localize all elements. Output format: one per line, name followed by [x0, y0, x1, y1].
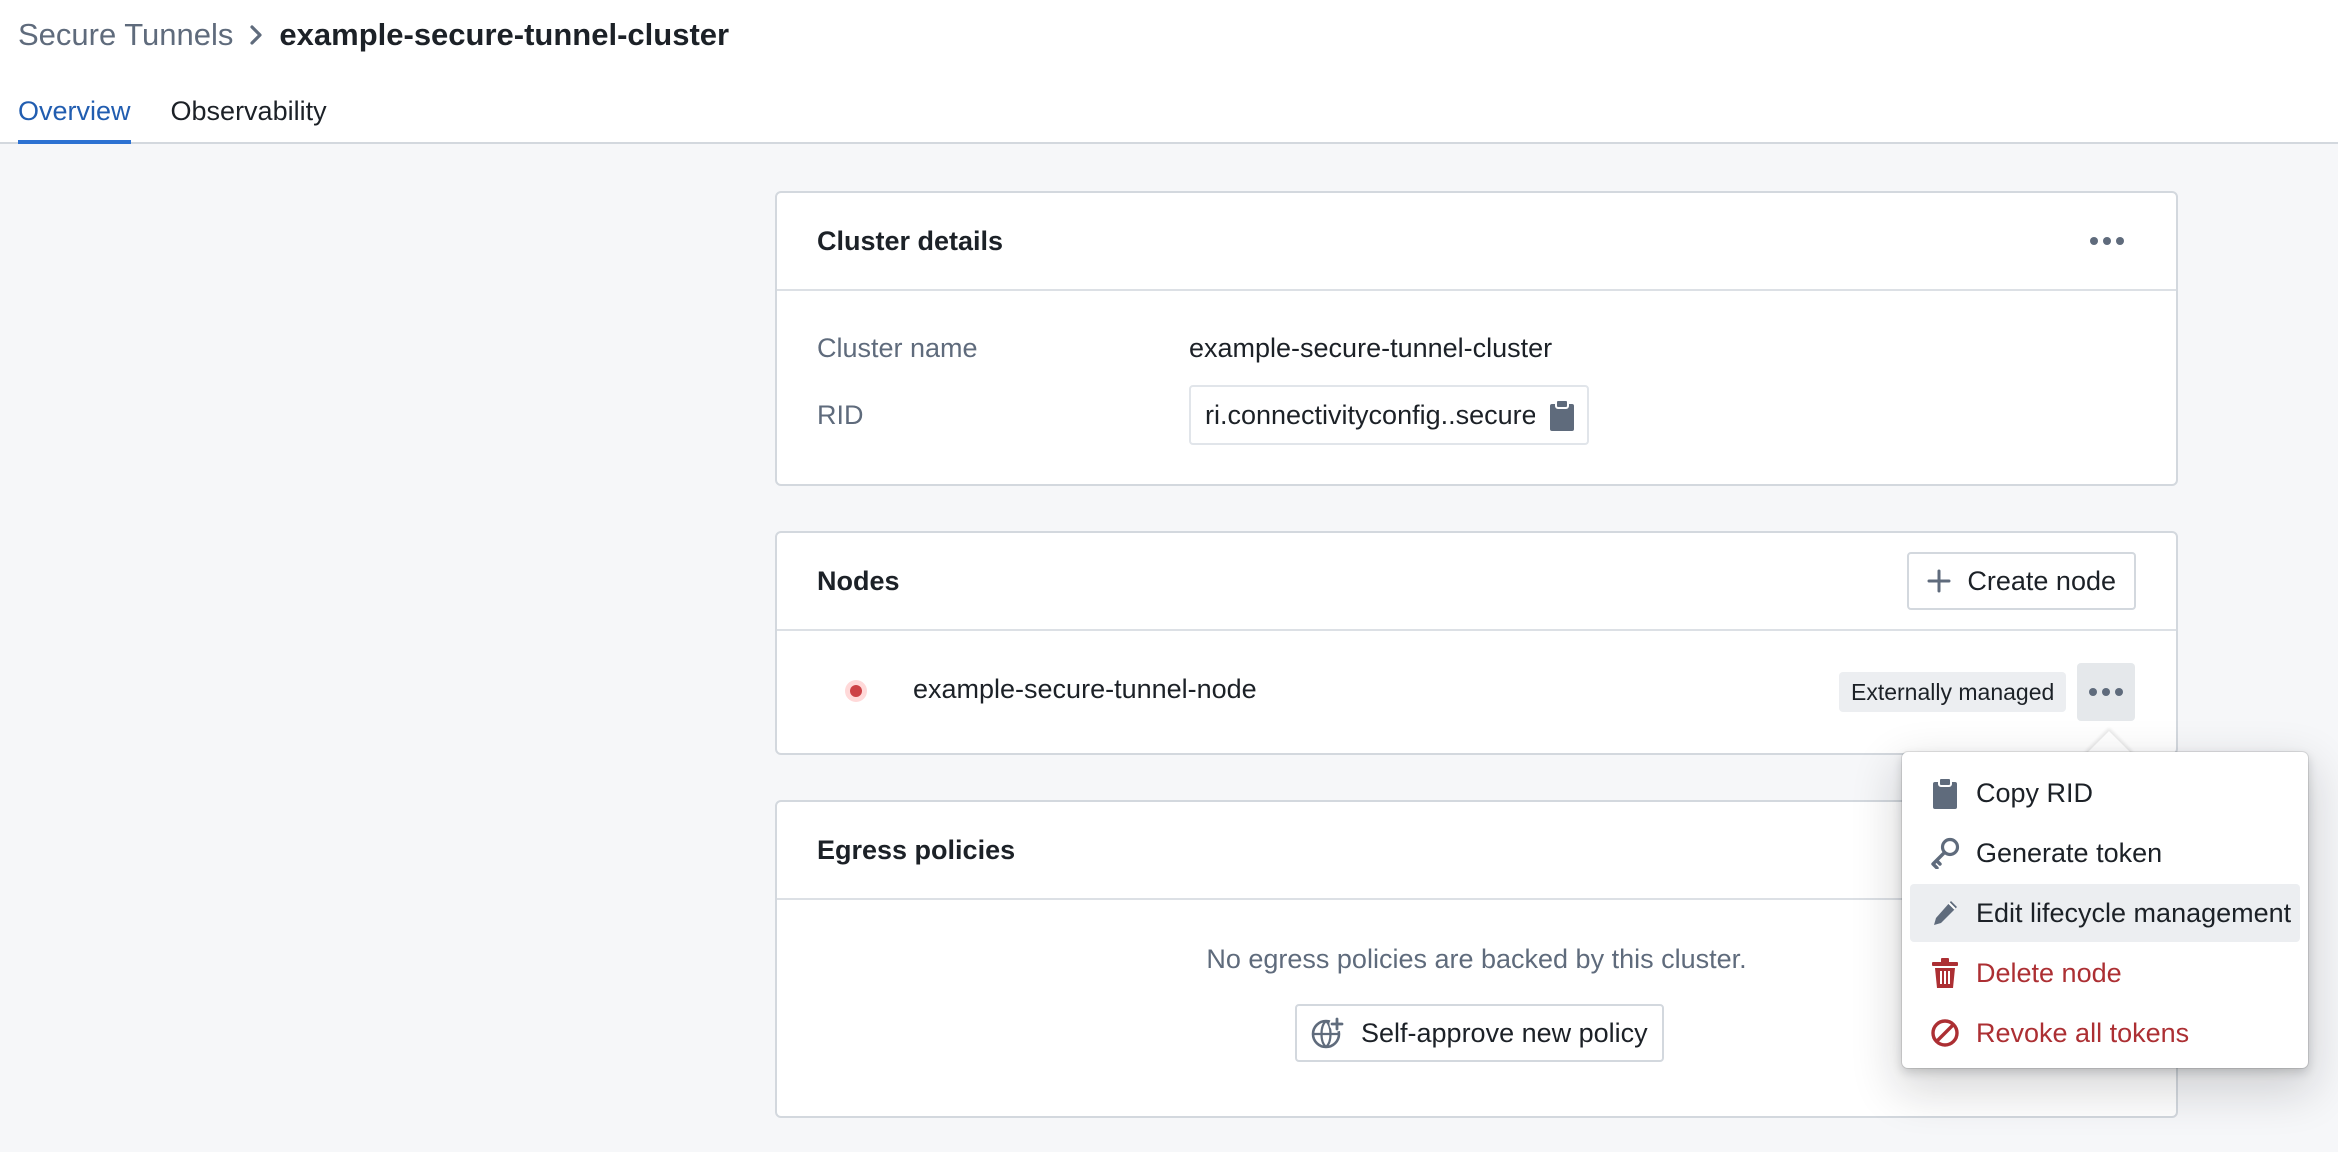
menu-item-edit-lifecycle[interactable]: Edit lifecycle management: [1910, 884, 2300, 942]
create-node-label: Create node: [1967, 565, 2116, 596]
list-item[interactable]: example-secure-tunnel-node Externally ma…: [777, 631, 2176, 753]
breadcrumb: Secure Tunnels example-secure-tunnel-clu…: [18, 14, 729, 56]
tab-bar: Overview Observability: [18, 92, 367, 144]
cluster-name-value: example-secure-tunnel-cluster: [1189, 333, 1553, 363]
edit-icon: [1934, 901, 1957, 925]
cluster-more-button[interactable]: [2078, 212, 2136, 270]
nodes-card: Nodes Create node example-secure-tunnel-…: [775, 531, 2178, 755]
cluster-details-card: Cluster details Cluster name example-sec…: [775, 191, 2178, 486]
top-header: Secure Tunnels example-secure-tunnel-clu…: [0, 0, 2338, 144]
egress-title: Egress policies: [817, 834, 1016, 865]
trash-icon: [1932, 958, 1958, 988]
ban-icon: [1931, 1019, 1959, 1047]
cluster-name-row: Cluster name example-secure-tunnel-clust…: [817, 333, 1552, 364]
more-icon: [2090, 237, 2124, 245]
menu-item-label: Copy RID: [1976, 777, 2094, 808]
more-icon: [2089, 688, 2123, 696]
cluster-details-header: Cluster details: [777, 193, 2176, 291]
breadcrumb-parent-link[interactable]: Secure Tunnels: [18, 17, 233, 53]
status-indicator: [845, 680, 867, 702]
status-badge: Externally managed: [1839, 672, 2067, 712]
node-name: example-secure-tunnel-node: [913, 674, 1257, 704]
clipboard-icon[interactable]: [1549, 399, 1575, 438]
clipboard-icon: [1933, 777, 1957, 809]
menu-item-generate-token[interactable]: Generate token: [1910, 824, 2300, 882]
menu-item-copy-rid[interactable]: Copy RID: [1910, 764, 2300, 822]
nodes-header: Nodes Create node: [777, 533, 2176, 631]
cluster-details-title: Cluster details: [817, 225, 1004, 256]
tab-observability[interactable]: Observability: [171, 92, 327, 144]
menu-item-label: Delete node: [1976, 957, 2122, 988]
menu-item-label: Generate token: [1976, 837, 2163, 868]
self-approve-label: Self-approve new policy: [1361, 1017, 1648, 1048]
chevron-right-icon: [247, 23, 265, 47]
plus-icon: [1927, 569, 1951, 593]
self-approve-policy-button[interactable]: Self-approve new policy: [1295, 1004, 1664, 1062]
cluster-name-label: Cluster name: [817, 333, 978, 363]
rid-row: RID ri.connectivityconfig..secure-tunnel: [817, 385, 1589, 445]
menu-item-revoke-tokens[interactable]: Revoke all tokens: [1910, 1004, 2300, 1062]
rid-field[interactable]: ri.connectivityconfig..secure-tunnel: [1189, 385, 1589, 445]
globe-add-icon: [1311, 1016, 1345, 1049]
nodes-title: Nodes: [817, 565, 900, 596]
rid-value: ri.connectivityconfig..secure-tunnel: [1205, 399, 1535, 430]
menu-item-label: Revoke all tokens: [1976, 1017, 2190, 1048]
tab-overview[interactable]: Overview: [18, 92, 131, 144]
key-icon: [1931, 837, 1960, 869]
node-more-button[interactable]: [2077, 663, 2135, 721]
rid-label: RID: [817, 399, 864, 430]
page-title: example-secure-tunnel-cluster: [279, 17, 730, 52]
menu-item-label: Edit lifecycle management: [1976, 897, 2292, 928]
create-node-button[interactable]: Create node: [1907, 552, 2136, 610]
menu-item-delete-node[interactable]: Delete node: [1910, 944, 2300, 1002]
node-actions-menu: Copy RID Generate token Edit lifecycle m…: [1902, 752, 2308, 1068]
